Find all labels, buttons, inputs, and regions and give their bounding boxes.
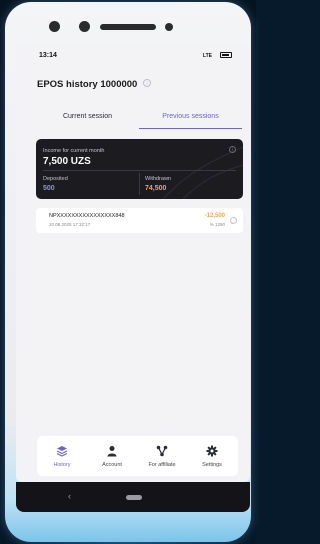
deposited-value: 500 [43,185,55,192]
user-icon [107,446,117,457]
income-summary-card: Income for current month 7,500 UZS i Dep… [36,139,243,199]
nav-item-history[interactable]: History [37,436,87,476]
home-pill-icon[interactable] [126,495,142,500]
transaction-row[interactable]: NPXXXXXXXXXXXXXXXX848 20.08.2025 17:32:1… [36,208,243,233]
network-icon [156,445,168,457]
session-tabs: Current session Previous sessions [36,106,242,130]
app-screen: 13:14 LTE EPOS history 1000000 i Current… [16,44,250,482]
withdrawn-value: 74,500 [145,185,167,192]
camera-dot [49,21,60,32]
income-value: 7,500 UZS [43,156,91,167]
nav-item-for-affiliate[interactable]: For affiliate [137,436,187,476]
nav-label: For affiliate [148,462,176,468]
transaction-fee: % 1250 [209,222,225,227]
camera-dot [79,21,90,32]
tab-current-session[interactable]: Current session [36,106,139,128]
bottom-navigation: History Account For affiliate Settings [37,436,238,476]
info-icon[interactable]: i [143,79,151,87]
speaker-grille [100,24,156,30]
status-bar: 13:14 LTE [16,44,250,66]
nav-item-settings[interactable]: Settings [187,436,237,476]
battery-icon [220,52,232,58]
tab-previous-sessions[interactable]: Previous sessions [139,106,242,129]
income-label: Income for current month [43,148,105,154]
divider [43,170,236,171]
deposited-label: Deposited [43,176,68,182]
nav-label: Settings [202,462,222,468]
transaction-id: NPXXXXXXXXXXXXXXXX848 [49,213,125,219]
signal-indicator: LTE [202,53,212,59]
info-icon[interactable]: i [229,146,236,153]
transaction-amount: -12,500 [204,213,225,219]
gear-icon [206,445,218,457]
nav-label: Account [102,462,122,468]
transaction-date: 20.08.2025 17:32:17 [49,222,91,227]
info-icon[interactable] [230,217,237,224]
system-navigation-bar: ‹ [16,482,250,512]
divider [139,173,140,195]
withdrawn-label: Withdrawn [145,176,171,182]
phone-frame: 13:14 LTE EPOS history 1000000 i Current… [5,2,251,542]
nav-item-account[interactable]: Account [87,436,137,476]
back-icon[interactable]: ‹ [68,491,71,501]
camera-dot [165,23,173,31]
status-time: 13:14 [39,52,57,59]
page-title: EPOS history 1000000 [37,79,138,90]
layers-icon [56,446,68,457]
nav-label: History [53,462,71,468]
